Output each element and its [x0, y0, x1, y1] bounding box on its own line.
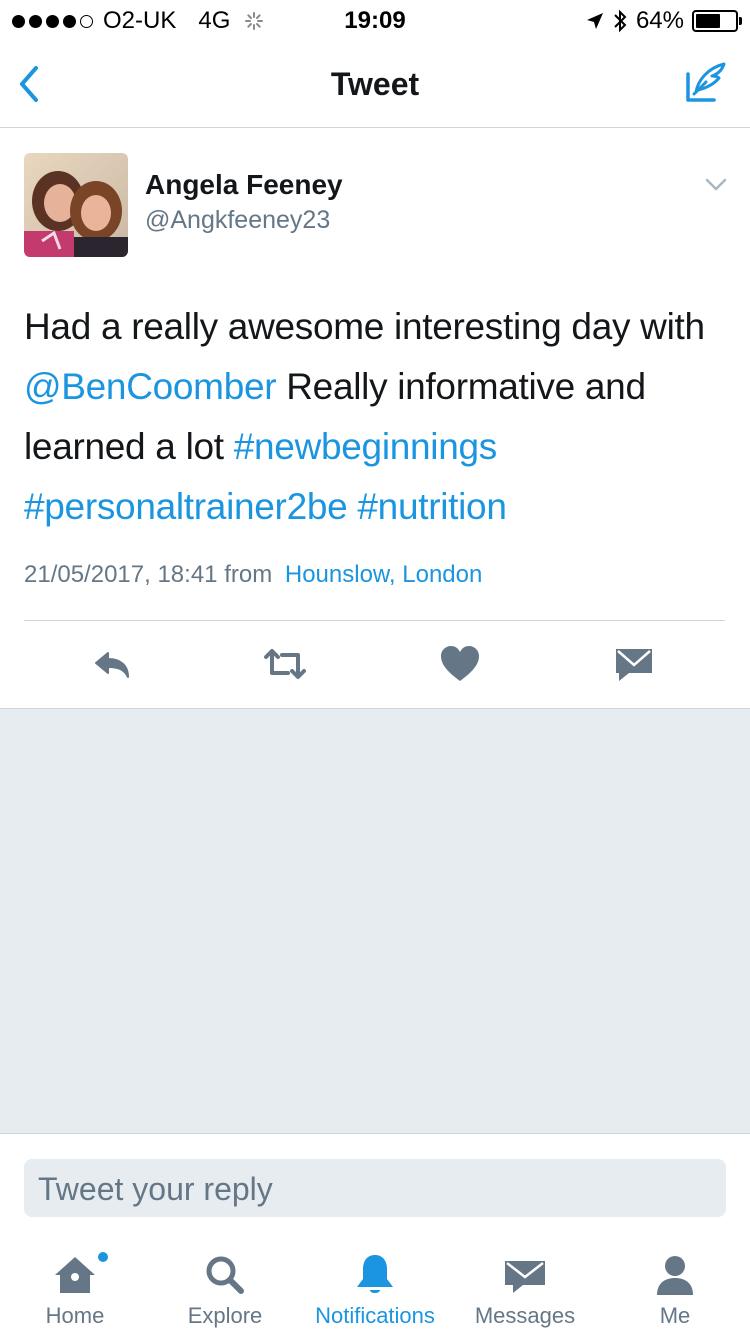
reply-bar: Tweet your reply: [0, 1133, 750, 1233]
tab-home[interactable]: Home: [0, 1233, 150, 1334]
tweet-meta: 21/05/2017, 18:41 from Hounslow, London: [24, 561, 482, 589]
home-icon: [55, 1257, 95, 1293]
tab-me-label: Me: [659, 1303, 691, 1328]
bluetooth-icon: [614, 9, 627, 33]
tweet-text-segment: [347, 486, 357, 527]
navigation-bar: Tweet: [0, 40, 750, 128]
retweet-icon[interactable]: [260, 639, 310, 689]
location-arrow-icon: [586, 13, 603, 29]
page-title: Tweet: [330, 66, 420, 102]
empty-replies-area: [0, 709, 750, 1133]
battery-fill: [696, 14, 721, 28]
tweet-actions: [0, 621, 750, 709]
avatar-photo: [24, 153, 128, 257]
tab-notifications[interactable]: Notifications: [300, 1233, 450, 1334]
bell-icon: [357, 1255, 393, 1293]
hashtag-link[interactable]: #personaltrainer2be: [24, 486, 348, 527]
search-icon: [206, 1256, 244, 1294]
compose-tweet-icon[interactable]: [684, 60, 728, 104]
notification-dot: [96, 1250, 110, 1264]
hashtag-link[interactable]: #nutrition: [357, 486, 507, 527]
like-icon[interactable]: [435, 639, 485, 689]
tab-explore[interactable]: Explore: [150, 1233, 300, 1334]
battery-icon: [692, 10, 742, 32]
mention-link[interactable]: @BenCoomber: [24, 366, 277, 407]
tab-messages[interactable]: Messages: [450, 1233, 600, 1334]
reply-input[interactable]: Tweet your reply: [24, 1159, 726, 1217]
status-right: 64%: [586, 7, 742, 35]
tab-notifications-label: Notifications: [315, 1303, 435, 1328]
tweet-text: Had a really awesome interesting day wit…: [24, 297, 729, 537]
battery-percent: 64%: [635, 7, 684, 34]
status-bar: O2-UK 4G 19:09 64%: [0, 0, 750, 40]
author-handle[interactable]: @Angkfeeney23: [145, 206, 330, 235]
direct-message-icon[interactable]: [609, 639, 659, 689]
envelope-icon: [505, 1261, 545, 1293]
avatar[interactable]: [24, 153, 128, 257]
hashtag-link[interactable]: #newbeginnings: [234, 426, 498, 467]
tab-bar: Home Explore Notifications Messages Me: [0, 1233, 750, 1334]
tab-messages-label: Messages: [474, 1303, 576, 1328]
tweet-text-segment: Had a really awesome interesting day wit…: [24, 306, 705, 347]
chevron-down-icon[interactable]: [704, 177, 728, 193]
tab-me[interactable]: Me: [600, 1233, 750, 1334]
tweet-detail: Angela Feeney @Angkfeeney23 Had a really…: [0, 129, 750, 709]
tweet-timestamp: 21/05/2017, 18:41: [24, 561, 218, 588]
person-icon: [657, 1256, 693, 1295]
tab-explore-label: Explore: [187, 1303, 263, 1328]
tweet-from-label: from: [224, 561, 273, 588]
tab-home-label: Home: [45, 1303, 105, 1328]
reply-icon[interactable]: [88, 639, 138, 689]
tweet-location-link[interactable]: Hounslow, London: [285, 561, 482, 588]
author-name[interactable]: Angela Feeney: [145, 169, 343, 201]
